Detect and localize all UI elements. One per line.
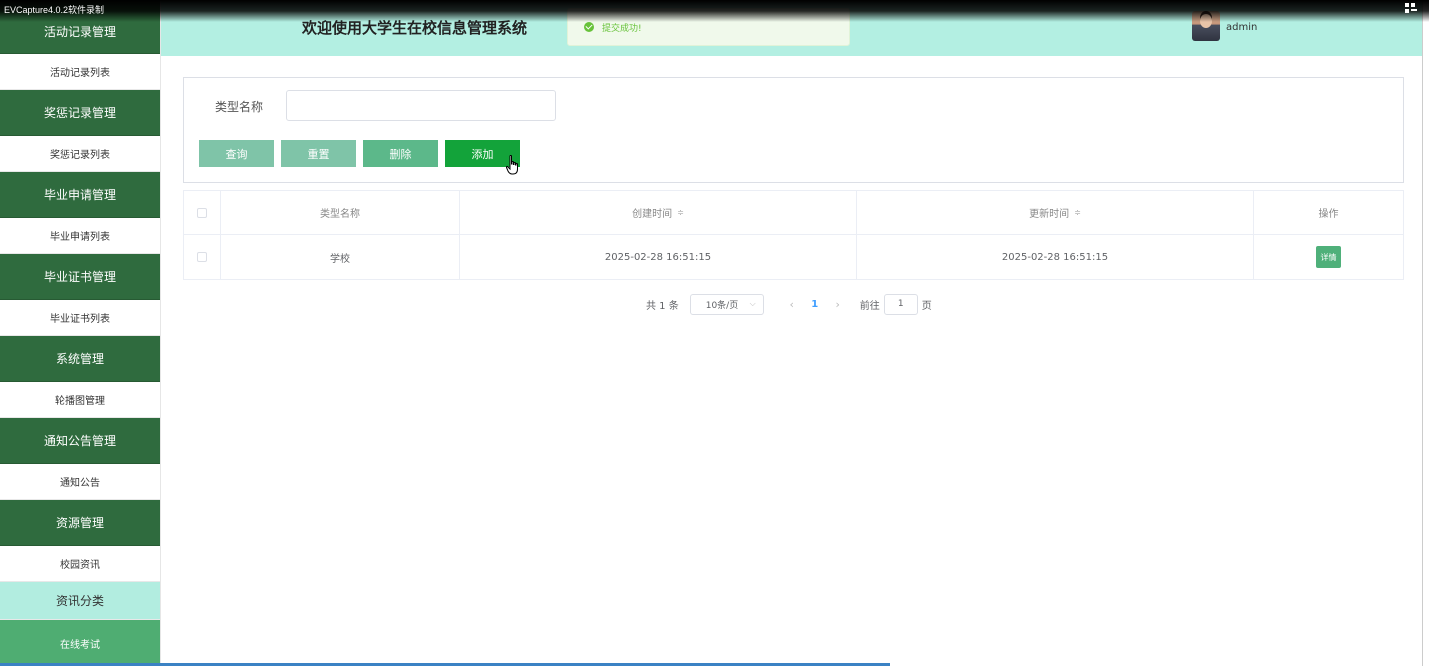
row-checkbox[interactable] — [197, 252, 207, 262]
table-row: 学校 2025-02-28 16:51:15 2025-02-28 16:51:… — [184, 235, 1403, 279]
window-scrollbar[interactable] — [1422, 0, 1429, 666]
collapse-icon[interactable] — [1405, 3, 1417, 15]
column-header-updated-time[interactable]: 更新时间 ≑ — [857, 191, 1254, 234]
row-checkbox-cell — [184, 235, 221, 279]
sidebar: 活动记录管理 活动记录列表 奖惩记录管理 奖惩记录列表 毕业申请管理 毕业申请列… — [0, 0, 161, 666]
pagination-total: 共 1 条 — [646, 300, 679, 312]
cell-actions: 详情 — [1254, 235, 1403, 279]
page-size-select[interactable]: 10条/页 ⌵ — [689, 293, 764, 315]
sidebar-group-rewards-records[interactable]: 奖惩记录管理 — [0, 90, 160, 136]
reset-button[interactable]: 重置 — [281, 140, 356, 167]
sidebar-item-notice[interactable]: 通知公告 — [0, 464, 160, 500]
table-header-row: 类型名称 创建时间 ≑ 更新时间 ≑ 操作 — [184, 191, 1403, 235]
page-suffix: 页 — [921, 300, 932, 312]
select-all-checkbox[interactable] — [197, 207, 207, 218]
sidebar-group-system[interactable]: 系统管理 — [0, 336, 160, 382]
column-header-label: 更新时间 — [1029, 209, 1070, 220]
detail-button[interactable]: 详情 — [1316, 246, 1341, 268]
recorder-label: EVCapture4.0.2软件录制 — [4, 5, 105, 15]
query-button[interactable]: 查询 — [199, 140, 274, 167]
next-page-button[interactable]: › — [830, 298, 846, 311]
chevron-down-icon: ⌵ — [749, 298, 756, 308]
delete-button[interactable]: 删除 — [363, 140, 438, 167]
sidebar-item-campus-news[interactable]: 校园资讯 — [0, 546, 160, 582]
search-panel: 类型名称 查询 重置 删除 添加 — [183, 77, 1404, 183]
cell-created-time: 2025-02-28 16:51:15 — [460, 235, 857, 279]
type-name-input[interactable] — [286, 90, 556, 121]
page-size-value: 10条/页 — [705, 300, 739, 311]
goto-page-input[interactable]: 1 — [883, 293, 918, 315]
cell-updated-time: 2025-02-28 16:51:15 — [857, 235, 1254, 279]
column-header-label: 创建时间 — [632, 209, 673, 220]
sidebar-group-graduation-application[interactable]: 毕业申请管理 — [0, 172, 160, 218]
column-header-created-time[interactable]: 创建时间 ≑ — [460, 191, 857, 234]
type-name-label: 类型名称 — [215, 100, 264, 114]
page-number-current[interactable]: 1 — [800, 299, 830, 310]
pagination: 共 1 条 10条/页 ⌵ ‹ 1 › 前往 1 页 — [646, 293, 932, 315]
username[interactable]: admin — [1226, 22, 1257, 33]
sidebar-group-notices[interactable]: 通知公告管理 — [0, 418, 160, 464]
header-checkbox-cell — [184, 191, 221, 234]
sidebar-item-graduation-certificate-list[interactable]: 毕业证书列表 — [0, 300, 160, 336]
sidebar-group-resources[interactable]: 资源管理 — [0, 500, 160, 546]
cell-type-name: 学校 — [221, 235, 460, 279]
check-circle-icon — [584, 22, 594, 32]
hand-cursor-icon — [506, 155, 518, 175]
sidebar-item-activity-record-list[interactable]: 活动记录列表 — [0, 54, 160, 90]
data-table: 类型名称 创建时间 ≑ 更新时间 ≑ 操作 学校 2025-02-28 16:5… — [183, 190, 1404, 280]
prev-page-button[interactable]: ‹ — [784, 298, 800, 311]
sort-icon[interactable]: ≑ — [1074, 208, 1081, 217]
sidebar-item-carousel[interactable]: 轮播图管理 — [0, 382, 160, 418]
column-header-type-name: 类型名称 — [221, 191, 460, 234]
goto-label: 前往 — [859, 300, 880, 312]
sidebar-item-news-category[interactable]: 资讯分类 — [0, 582, 160, 620]
sidebar-item-graduation-application-list[interactable]: 毕业申请列表 — [0, 218, 160, 254]
sidebar-group-graduation-certificate[interactable]: 毕业证书管理 — [0, 254, 160, 300]
column-header-actions: 操作 — [1318, 209, 1339, 220]
toast-message: 提交成功! — [602, 23, 642, 34]
recorder-overlay: EVCapture4.0.2软件录制 — [0, 0, 1429, 22]
sidebar-group-online-exam[interactable]: 在线考试 — [0, 620, 160, 666]
sort-icon[interactable]: ≑ — [677, 208, 684, 217]
sidebar-item-rewards-record-list[interactable]: 奖惩记录列表 — [0, 136, 160, 172]
